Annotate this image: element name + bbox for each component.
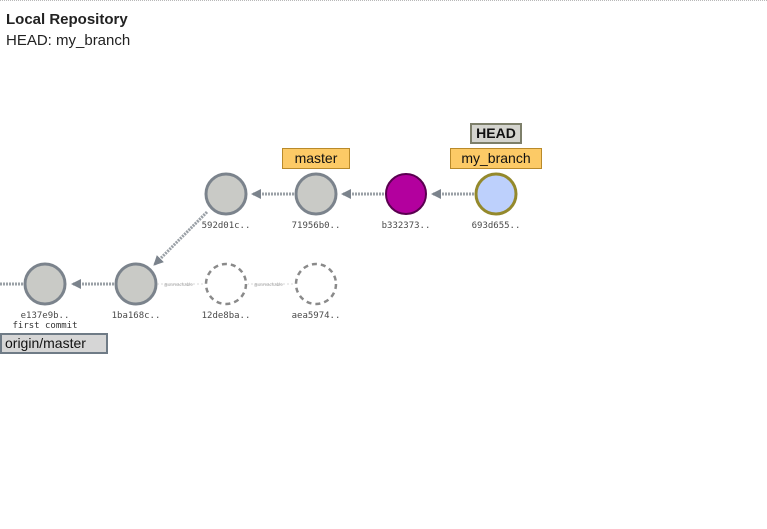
head-tag[interactable]: HEAD xyxy=(470,123,522,144)
edge-592d01c-1ba168c xyxy=(152,210,209,267)
commit-graph: @unreachable @unreachable 693d655.. b332… xyxy=(0,172,521,331)
commit-sha-12de8ba: 12de8ba.. xyxy=(202,311,251,321)
commit-node-12de8ba[interactable] xyxy=(204,262,248,306)
unreachable-link-label-1: @unreachable xyxy=(164,282,193,287)
commit-sha-e137e9b: e137e9b.. xyxy=(21,311,70,321)
commit-node-693d655[interactable] xyxy=(474,172,518,216)
commit-sha-693d655: 693d655.. xyxy=(472,221,521,231)
branch-tag-my-branch[interactable]: my_branch xyxy=(450,148,542,169)
commit-sha-1ba168c: 1ba168c.. xyxy=(112,311,161,321)
commit-node-1ba168c[interactable] xyxy=(114,262,158,306)
commit-node-71956b0[interactable] xyxy=(294,172,338,216)
commit-node-e137e9b[interactable] xyxy=(23,262,67,306)
commit-sha-71956b0: 71956b0.. xyxy=(292,221,341,231)
commit-sha-592d01c: 592d01c.. xyxy=(202,221,251,231)
remote-tag-origin-master[interactable]: origin/master xyxy=(0,333,108,354)
commit-sha-b332373: b332373.. xyxy=(382,221,431,231)
commit-sha-aea5974: aea5974.. xyxy=(292,311,341,321)
commit-node-aea5974[interactable] xyxy=(294,262,338,306)
unreachable-link-label-2: @unreachable xyxy=(254,282,283,287)
commit-node-b332373[interactable] xyxy=(385,173,427,215)
commit-node-592d01c[interactable] xyxy=(204,172,248,216)
commit-message-e137e9b: first commit xyxy=(12,321,77,331)
branch-tag-master[interactable]: master xyxy=(282,148,350,169)
